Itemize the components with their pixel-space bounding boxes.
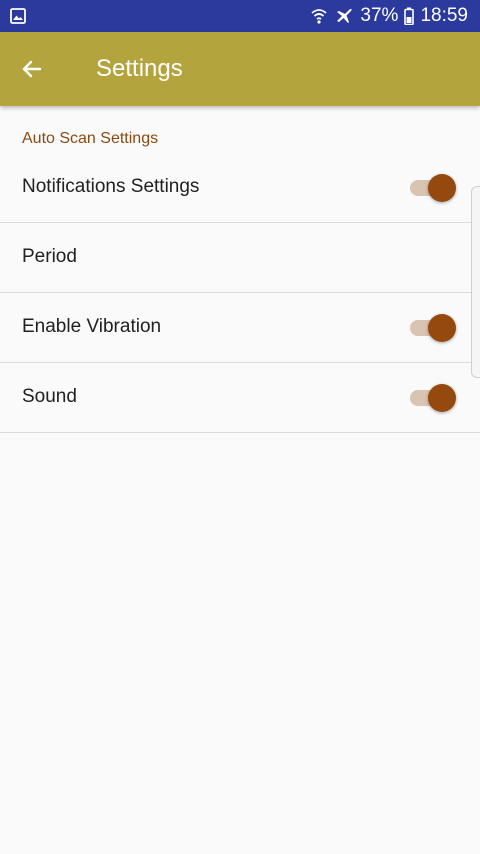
toggle-thumb	[428, 174, 456, 202]
setting-label: Notifications Settings	[22, 176, 200, 197]
status-icons: 37% 18:59	[310, 0, 468, 32]
wifi-icon	[310, 7, 328, 25]
app-bar: Settings	[0, 32, 480, 106]
gallery-icon	[10, 8, 26, 24]
back-button[interactable]	[14, 51, 50, 87]
vibration-toggle[interactable]	[410, 314, 456, 342]
setting-label: Period	[22, 246, 77, 267]
toggle-thumb	[428, 314, 456, 342]
clock: 18:59	[420, 5, 468, 26]
setting-row-period[interactable]: Period	[0, 222, 480, 293]
sound-toggle[interactable]	[410, 384, 456, 412]
notifications-toggle[interactable]	[410, 174, 456, 202]
toggle-thumb	[428, 384, 456, 412]
battery-percent: 37%	[360, 5, 399, 26]
section-header: Auto Scan Settings	[22, 130, 159, 147]
setting-row-notifications[interactable]: Notifications Settings	[0, 152, 480, 223]
airplane-mode-icon	[334, 6, 354, 26]
battery-icon	[404, 7, 415, 25]
arrow-left-icon	[20, 57, 44, 81]
setting-label: Sound	[22, 386, 77, 407]
status-bar: 37% 18:59	[0, 0, 480, 32]
setting-row-sound[interactable]: Sound	[0, 362, 480, 433]
page-title: Settings	[96, 55, 183, 82]
edge-panel-handle[interactable]	[471, 186, 480, 378]
setting-label: Enable Vibration	[22, 316, 162, 337]
setting-row-vibration[interactable]: Enable Vibration	[0, 292, 480, 363]
